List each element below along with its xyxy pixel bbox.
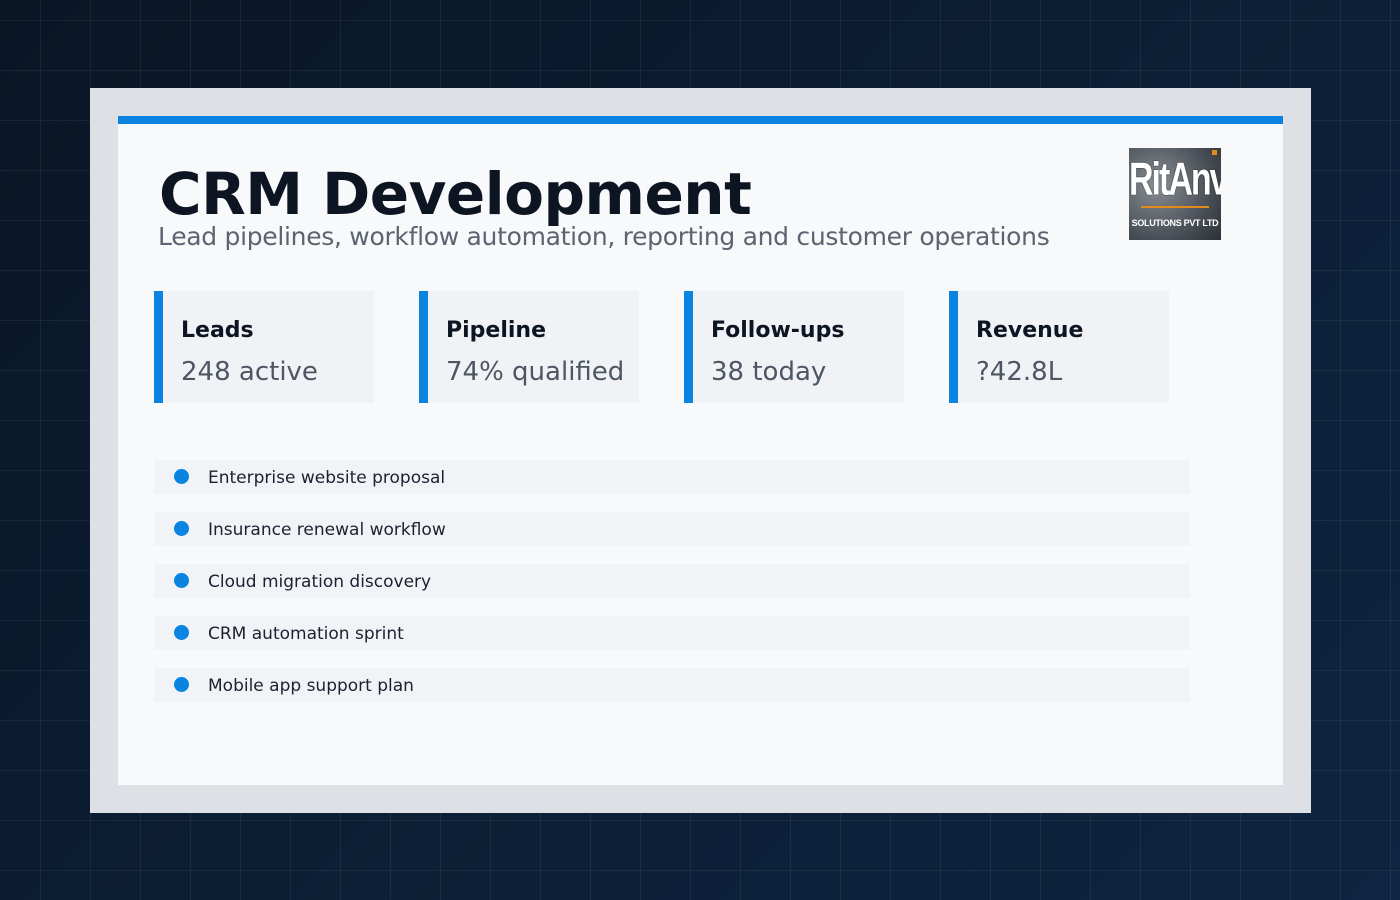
project-list: Enterprise website proposal Insurance re… <box>154 460 1190 720</box>
bullet-icon <box>174 625 189 640</box>
slide-frame: CRM Development Lead pipelines, workflow… <box>90 88 1311 813</box>
metric-card-leads: Leads 248 active <box>154 291 374 403</box>
list-item: Enterprise website proposal <box>154 460 1190 494</box>
logo-wordmark: RitAnvi <box>1129 154 1221 206</box>
metric-value: 38 today <box>711 357 827 387</box>
bullet-icon <box>174 573 189 588</box>
logo-tagline: SOLUTIONS PVT LTD <box>1131 218 1219 228</box>
list-item: Mobile app support plan <box>154 668 1190 702</box>
list-item-text: Insurance renewal workflow <box>208 520 446 540</box>
bullet-icon <box>174 469 189 484</box>
slide-card: CRM Development Lead pipelines, workflow… <box>118 116 1283 785</box>
list-item-text: Mobile app support plan <box>208 676 414 696</box>
page-subtitle: Lead pipelines, workflow automation, rep… <box>158 222 1050 251</box>
company-logo: RitAnvi SOLUTIONS PVT LTD <box>1129 148 1221 240</box>
metric-value: ?42.8L <box>976 357 1063 387</box>
list-item: CRM automation sprint <box>154 616 1190 650</box>
logo-divider <box>1141 206 1209 208</box>
list-item-text: Cloud migration discovery <box>208 572 432 592</box>
metric-card-revenue: Revenue ?42.8L <box>949 291 1169 403</box>
list-item: Insurance renewal workflow <box>154 512 1190 546</box>
page-title: CRM Development <box>159 160 752 228</box>
list-item: Cloud migration discovery <box>154 564 1190 598</box>
bullet-icon <box>174 521 189 536</box>
metric-label: Revenue <box>976 318 1084 343</box>
metric-label: Follow-ups <box>711 318 845 343</box>
metric-label: Pipeline <box>446 318 546 343</box>
metric-value: 74% qualified <box>446 357 625 387</box>
list-item-text: CRM automation sprint <box>208 624 404 644</box>
list-item-text: Enterprise website proposal <box>208 468 446 488</box>
metric-card-pipeline: Pipeline 74% qualified <box>419 291 639 403</box>
metric-card-follow-ups: Follow-ups 38 today <box>684 291 904 403</box>
metric-label: Leads <box>181 318 254 343</box>
bullet-icon <box>174 677 189 692</box>
metric-value: 248 active <box>181 357 318 387</box>
